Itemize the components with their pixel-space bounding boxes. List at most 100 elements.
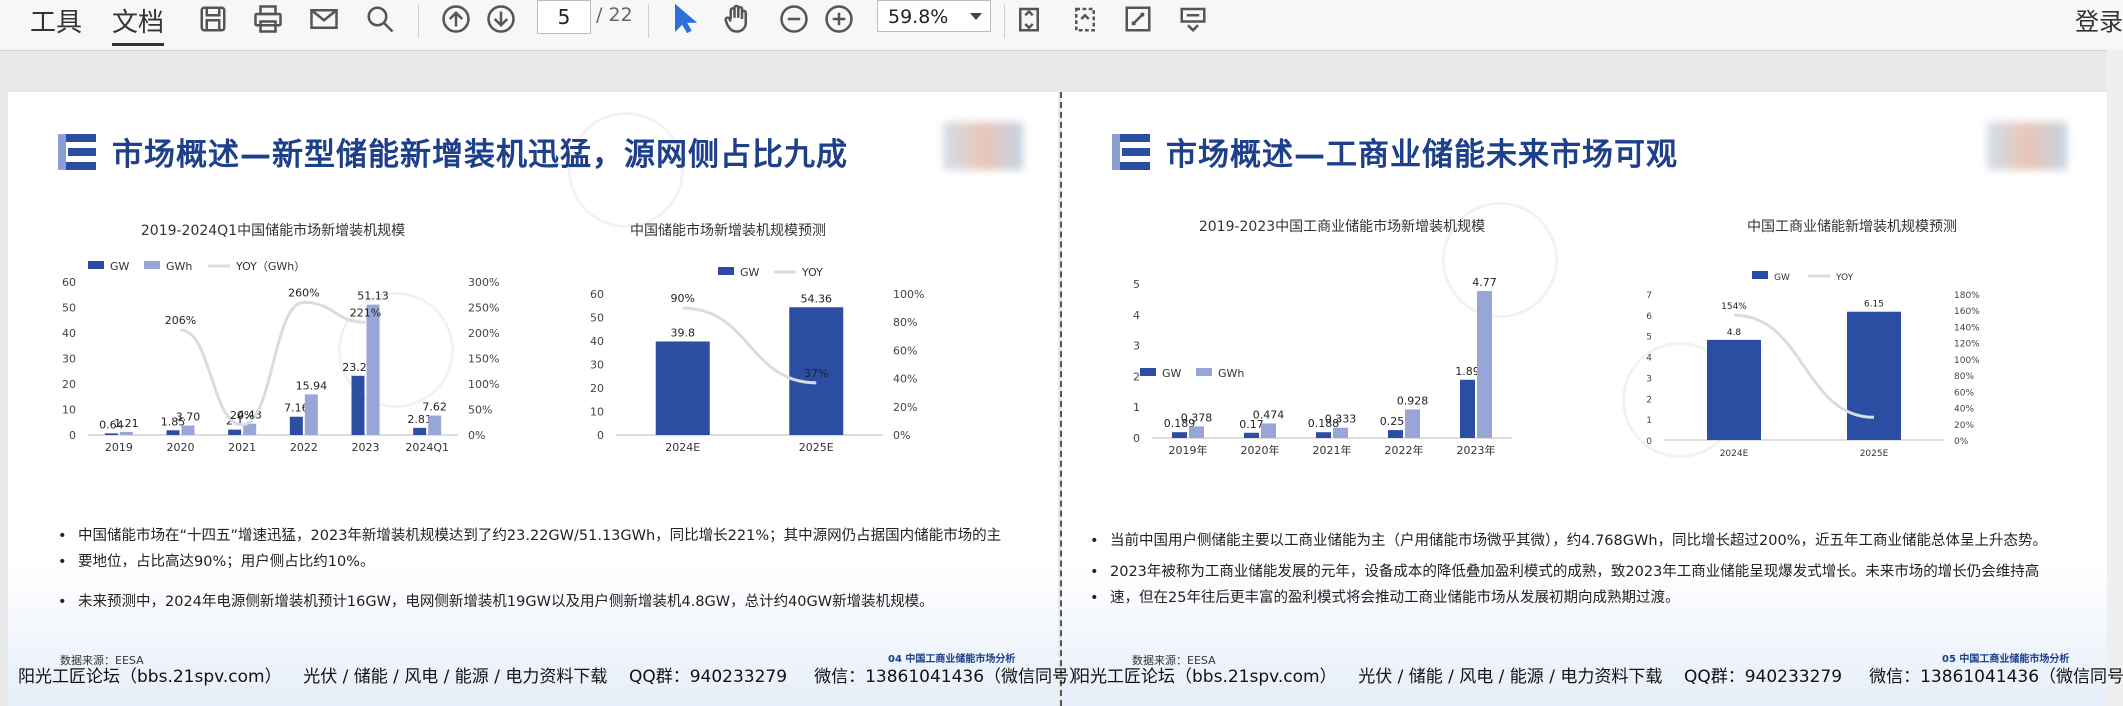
y-tick-label: 0 bbox=[1646, 437, 1652, 447]
zoom-in-icon[interactable] bbox=[822, 2, 856, 36]
login-button[interactable]: 登录 bbox=[2075, 2, 2123, 37]
fit-page-icon[interactable] bbox=[1012, 2, 1046, 36]
y2-tick-label: 160% bbox=[1954, 307, 1980, 317]
hand-tool-icon[interactable] bbox=[720, 2, 754, 36]
toolbar-separator bbox=[418, 4, 419, 38]
bar-gwh bbox=[1405, 409, 1420, 438]
y-tick-label: 1 bbox=[1133, 401, 1140, 414]
x-tick-label: 2024E bbox=[665, 441, 700, 454]
search-icon[interactable] bbox=[363, 2, 397, 36]
y2-tick-label: 140% bbox=[1954, 323, 1980, 333]
chart-title: 2019-2023中国工商业储能市场新增装机规模 bbox=[1198, 219, 1486, 235]
bar-gw bbox=[1847, 311, 1901, 440]
chart-title: 中国储能市场新增装机规模预测 bbox=[630, 223, 826, 239]
y-tick-label: 60 bbox=[62, 276, 76, 289]
blurred-logo bbox=[1987, 122, 2067, 170]
bar-gw bbox=[228, 429, 242, 435]
blurred-logo bbox=[943, 122, 1023, 170]
legend-label: GWh bbox=[1218, 367, 1244, 380]
company-logo bbox=[1112, 134, 1150, 170]
data-label: 0.928 bbox=[1397, 394, 1429, 407]
y-tick-label: 30 bbox=[590, 359, 604, 372]
y-tick-label: 6 bbox=[1646, 312, 1652, 322]
data-label: 54.36 bbox=[801, 292, 833, 305]
zoom-select[interactable]: 59.8% bbox=[877, 0, 991, 32]
chart-title: 中国工商业储能新增装机规模预测 bbox=[1747, 219, 1957, 235]
y-tick-label: 0 bbox=[69, 429, 76, 442]
x-tick-label: 2021 bbox=[228, 441, 256, 454]
y2-tick-label: 250% bbox=[468, 302, 499, 315]
toolbar: 工具 文档 5 / 22 59.8% 登录 bbox=[0, 0, 2123, 51]
page-up-icon[interactable] bbox=[439, 2, 473, 36]
rotate-icon[interactable] bbox=[1068, 2, 1102, 36]
legend-swatch bbox=[88, 261, 104, 269]
y-tick-label: 20 bbox=[590, 382, 604, 395]
bar-gw bbox=[1244, 432, 1259, 438]
x-tick-label: 2022 bbox=[290, 441, 318, 454]
slide-left: 市场概述—新型储能新增装机迅猛，源网侧占比九成 2019-2024Q1中国储能市… bbox=[8, 92, 1058, 706]
footer-watermark-text: 阳光工匠论坛（bbs.21spv.com） 光伏 / 储能 / 风电 / 能源 … bbox=[1073, 667, 2123, 687]
page-total: / 22 bbox=[596, 4, 633, 26]
bullet-text: 当前中国用户侧储能主要以工商业储能为主（户用储能市场微乎其微），约4.768GW… bbox=[1090, 529, 2047, 554]
y-tick-label: 2 bbox=[1133, 370, 1140, 383]
x-tick-label: 2019年 bbox=[1169, 443, 1208, 457]
bar-gwh bbox=[181, 425, 195, 435]
vertical-scrollbar[interactable] bbox=[2107, 50, 2123, 706]
y-tick-label: 30 bbox=[62, 353, 76, 366]
y-tick-label: 5 bbox=[1646, 333, 1652, 343]
y-tick-label: 7 bbox=[1646, 291, 1652, 301]
legend-label: YOY（GWh） bbox=[235, 260, 305, 273]
legend-label: YOY bbox=[1835, 273, 1854, 283]
chart-ci-forecast: 0 1 2 3 4 5 6 7 0% 20% 40% 60% 80% 100% 120% 140% 160% 18… bbox=[1646, 271, 1980, 459]
data-label: 1.21 bbox=[114, 417, 139, 430]
legend-label: GW bbox=[740, 266, 760, 279]
bar-gw bbox=[351, 375, 365, 435]
legend-label: GW bbox=[1774, 273, 1790, 283]
slide-right: 市场概述—工商业储能未来市场可观 2019-2023中国工商业储能市场新增装机规… bbox=[1062, 92, 2107, 706]
yoy-label: 90% bbox=[671, 292, 695, 305]
chevron-down-icon bbox=[970, 13, 982, 20]
legend-label: GW bbox=[110, 260, 130, 273]
fullscreen-icon[interactable] bbox=[1121, 2, 1155, 36]
bar-gwh bbox=[366, 304, 380, 435]
y2-tick-label: 180% bbox=[1954, 291, 1980, 301]
y2-tick-label: 0% bbox=[893, 429, 910, 442]
bar-gw bbox=[166, 430, 180, 435]
mail-icon[interactable] bbox=[307, 2, 341, 36]
more-icon[interactable] bbox=[1176, 2, 1210, 36]
x-tick-label: 2024Q1 bbox=[405, 441, 449, 454]
menu-tools[interactable]: 工具 bbox=[30, 2, 82, 39]
yoy-label: 221% bbox=[350, 306, 381, 319]
y2-tick-label: 0% bbox=[468, 429, 485, 442]
bar-gw bbox=[1388, 430, 1403, 438]
x-tick-label: 2025E bbox=[1860, 449, 1889, 459]
zoom-out-icon[interactable] bbox=[777, 2, 811, 36]
data-label: 0.378 bbox=[1181, 411, 1213, 424]
bar-gw bbox=[413, 427, 427, 435]
y2-tick-label: 20% bbox=[893, 401, 917, 414]
menu-document[interactable]: 文档 bbox=[112, 2, 165, 46]
y-tick-label: 50 bbox=[590, 312, 604, 325]
y-tick-label: 40 bbox=[62, 327, 76, 340]
footer-watermark-text: 阳光工匠论坛（bbs.21spv.com） 光伏 / 储能 / 风电 / 能源 … bbox=[18, 667, 1087, 687]
bar-gwh bbox=[119, 431, 133, 435]
slide-title: 市场概述—新型储能新增装机迅猛，源网侧占比九成 bbox=[112, 137, 848, 173]
page-down-icon[interactable] bbox=[484, 2, 518, 36]
select-cursor-icon[interactable] bbox=[668, 2, 702, 36]
x-tick-label: 2021年 bbox=[1313, 443, 1352, 457]
page-number-input[interactable]: 5 bbox=[537, 0, 591, 34]
data-label: 4.77 bbox=[1472, 276, 1497, 289]
yoy-line bbox=[180, 300, 366, 427]
bar-gw bbox=[289, 416, 303, 435]
save-icon[interactable] bbox=[196, 2, 230, 36]
x-tick-label: 2023 bbox=[352, 441, 380, 454]
legend-swatch bbox=[144, 261, 160, 269]
data-label: 4.8 bbox=[1727, 328, 1742, 338]
x-tick-label: 2019 bbox=[105, 441, 133, 454]
y2-tick-label: 40% bbox=[1954, 405, 1974, 415]
print-icon[interactable] bbox=[251, 2, 285, 36]
y-tick-label: 0 bbox=[597, 429, 604, 442]
bar-gw bbox=[1460, 379, 1475, 438]
y-tick-label: 2 bbox=[1646, 395, 1652, 405]
y2-tick-label: 0% bbox=[1954, 437, 1969, 447]
